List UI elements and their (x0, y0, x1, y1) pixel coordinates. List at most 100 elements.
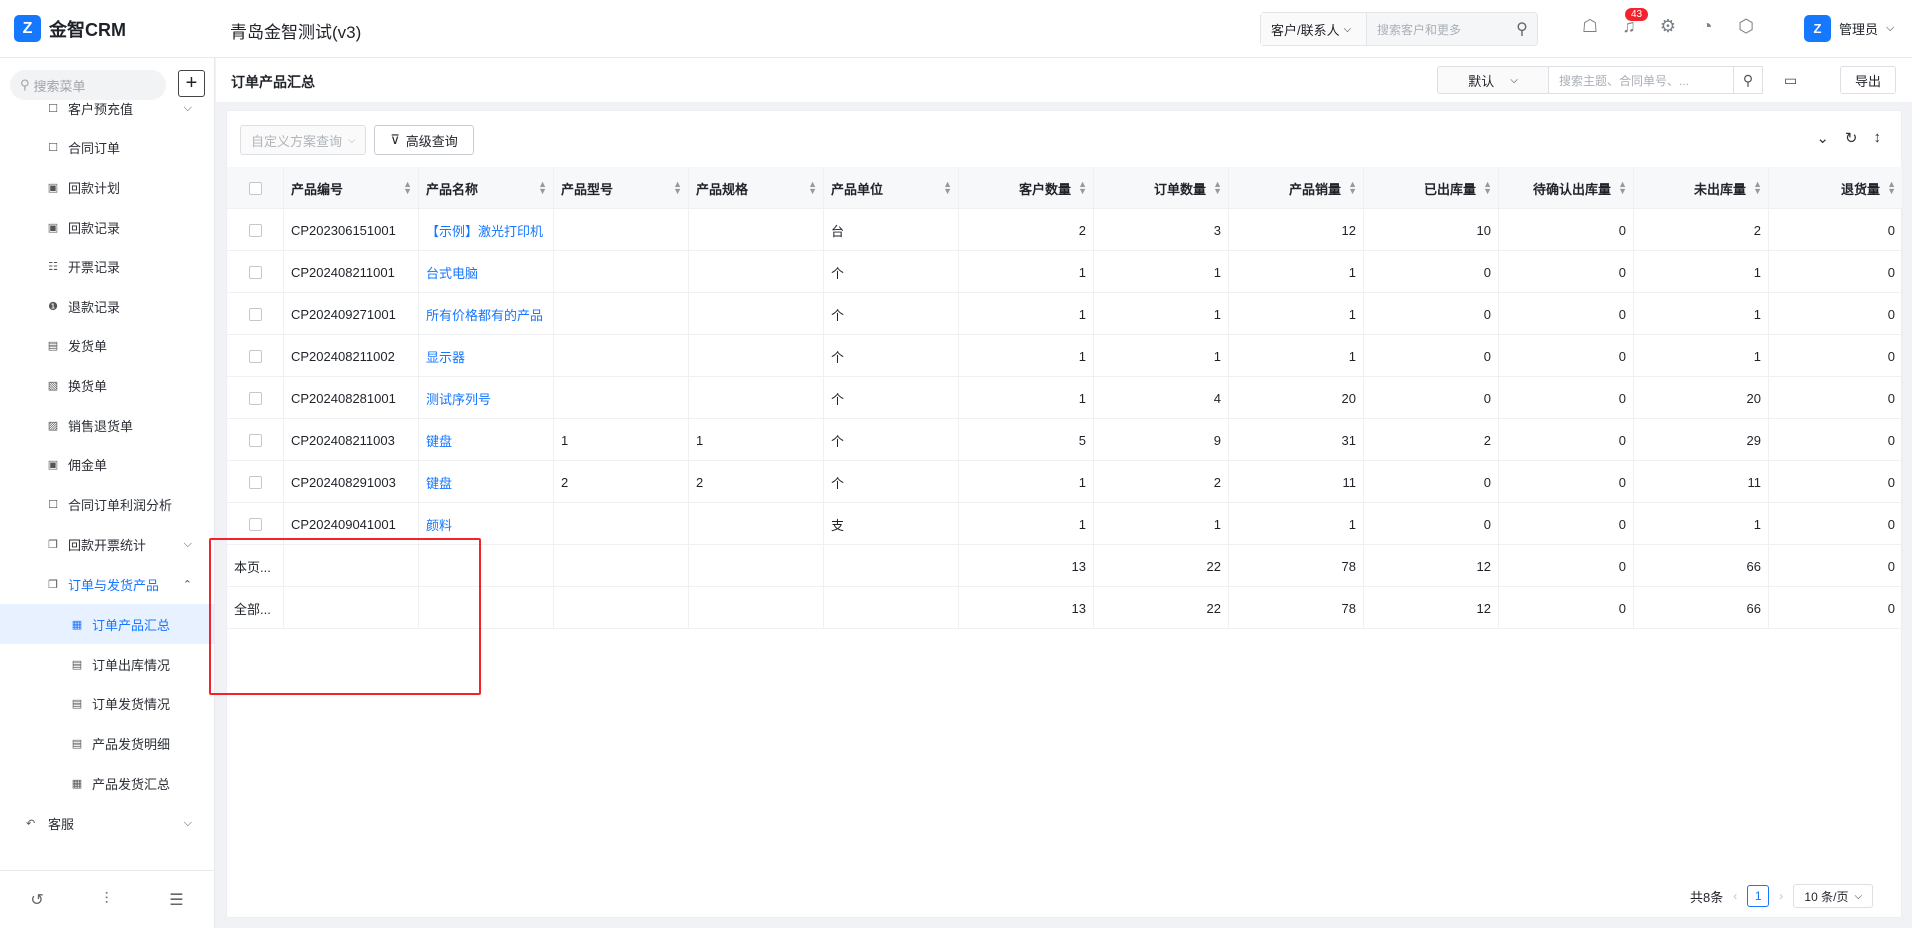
sort-icon[interactable]: ▲ ▼ (1618, 180, 1627, 196)
sidebar-item-17[interactable]: ▦ 产品发货汇总 (0, 763, 214, 803)
row-checkbox[interactable] (248, 223, 262, 237)
sidebar-item-13[interactable]: ▦ 订单产品汇总 (0, 604, 214, 644)
user-menu[interactable]: Z 管理员 ⌵ (1804, 15, 1894, 42)
product-name-link[interactable]: 键盘 (419, 461, 554, 503)
sort-icon[interactable]: ▲ ▼ (1348, 180, 1357, 196)
sidebar-item-10[interactable]: ☐ 合同订单利润分析 (0, 484, 214, 524)
row-checkbox[interactable] (248, 391, 262, 405)
search-icon[interactable]: ⚲ (1507, 19, 1537, 39)
sidebar-item-11[interactable]: ❐ 回款开票统计 ⌵ (0, 524, 214, 564)
user-name: 管理员 (1839, 22, 1879, 37)
table-cell: 0 (1769, 209, 1903, 251)
sidebar-item-16[interactable]: ▤ 产品发货明细 (0, 723, 214, 763)
export-button[interactable]: 导出 (1840, 66, 1896, 94)
row-checkbox[interactable] (248, 475, 262, 489)
table-cell: 支 (824, 503, 959, 545)
refresh-icon[interactable]: ↻ (1845, 129, 1858, 147)
column-header[interactable]: 退货量 ▲ ▼ (1769, 167, 1903, 209)
summary-empty-cell (419, 545, 554, 587)
column-header[interactable]: 已出库量 ▲ ▼ (1364, 167, 1499, 209)
view-scheme-select[interactable]: 默认 ⌵ (1437, 66, 1549, 94)
sidebar-item-6[interactable]: ▤ 发货单 (0, 325, 214, 365)
sidebar-item-15[interactable]: ▤ 订单发货情况 (0, 683, 214, 723)
column-header[interactable]: 订单数量 ▲ ▼ (1094, 167, 1229, 209)
contacts-icon[interactable]: ☖ (1580, 16, 1600, 36)
sidebar-item-14[interactable]: ▤ 订单出库情况 (0, 644, 214, 684)
calendar-icon: ▣ (47, 181, 59, 194)
column-header[interactable]: 待确认出库量 ▲ ▼ (1499, 167, 1634, 209)
sort-icon[interactable]: ▲ ▼ (403, 180, 412, 196)
sidebar-item-5[interactable]: ❶ 退款记录 (0, 286, 214, 326)
sort-icon[interactable]: ▲ ▼ (1483, 180, 1492, 196)
column-header[interactable]: 产品规格 ▲ ▼ (689, 167, 824, 209)
sort-icon[interactable]: ▲ ▼ (538, 180, 547, 196)
product-name-link[interactable]: 测试序列号 (419, 377, 554, 419)
collapse-icon[interactable]: ☰ (169, 890, 183, 910)
search-input[interactable]: 搜索客户和更多 (1367, 21, 1507, 38)
advanced-search-button[interactable]: ⊽ 高级查询 (374, 125, 474, 155)
sidebar-item-8[interactable]: ▨ 销售退货单 (0, 405, 214, 445)
table-cell (689, 209, 824, 251)
sort-icon[interactable]: ▲ ▼ (1753, 180, 1762, 196)
app-logo[interactable]: Z 金智CRM (14, 15, 126, 42)
row-checkbox[interactable] (248, 307, 262, 321)
product-name-link[interactable]: 颜料 (419, 503, 554, 545)
layout-icon[interactable]: ▭ (1784, 72, 1797, 89)
product-name-link[interactable]: 【示例】激光打印机 (419, 209, 554, 251)
page-size-select[interactable]: 10 条/页 ⌵ (1793, 884, 1874, 908)
sort-icon[interactable]: ▲ ▼ (1078, 180, 1087, 196)
column-header-label: 产品型号 (561, 181, 614, 197)
gear-icon[interactable]: ⚙ (1658, 16, 1678, 36)
search-icon[interactable]: ⚲ (1733, 66, 1763, 94)
column-header[interactable]: 产品名称 ▲ ▼ (419, 167, 554, 209)
sort-icon[interactable]: ▲ ▼ (943, 180, 952, 196)
row-checkbox[interactable] (248, 517, 262, 531)
table-cell: 12 (1229, 209, 1364, 251)
report-icon: ▤ (71, 737, 83, 750)
sidebar-item-4[interactable]: ☷ 开票记录 (0, 246, 214, 286)
settings-sliders-icon[interactable]: ⫶ (105, 891, 109, 909)
collapse-all-icon[interactable]: ⌄ (1816, 129, 1829, 147)
product-name-link[interactable]: 台式电脑 (419, 251, 554, 293)
column-header[interactable]: 客户数量 ▲ ▼ (959, 167, 1094, 209)
page-number[interactable]: 1 (1747, 885, 1770, 907)
table-cell: 0 (1364, 503, 1499, 545)
sort-icon[interactable]: ▲ ▼ (1887, 180, 1896, 196)
sort-icon[interactable]: ▲ ▼ (1213, 180, 1222, 196)
menu-search-input[interactable]: ⚲ 搜索菜单 (10, 70, 166, 100)
sidebar-item-9[interactable]: ▣ 佣金单 (0, 444, 214, 484)
select-all-checkbox[interactable] (248, 181, 262, 195)
sort-icon[interactable]: ▲ ▼ (808, 180, 817, 196)
sidebar-group-0[interactable]: ↶ 客服 ⌵ (0, 803, 214, 837)
sidebar-item-0[interactable]: ☐ 客户预充值 ⌵ (0, 102, 214, 128)
row-height-icon[interactable]: ↕ (1874, 129, 1882, 147)
product-name-link[interactable]: 键盘 (419, 419, 554, 461)
row-checkbox[interactable] (248, 349, 262, 363)
shield-icon[interactable]: ⬡ (1736, 16, 1756, 36)
column-header[interactable]: 产品编号 ▲ ▼ (284, 167, 419, 209)
sidebar-item-1[interactable]: ☐ 合同订单 (0, 127, 214, 167)
column-header[interactable]: 未出库量 ▲ ▼ (1634, 167, 1769, 209)
next-page-icon[interactable]: › (1779, 889, 1783, 903)
add-button[interactable]: + (178, 70, 205, 97)
sidebar-item-7[interactable]: ▧ 换货单 (0, 365, 214, 405)
sort-icon[interactable]: ▲ ▼ (673, 180, 682, 196)
prev-page-icon[interactable]: ‹ (1733, 889, 1737, 903)
search-type-select[interactable]: 客户/联系人 ⌵ (1261, 13, 1367, 45)
product-name-link[interactable]: 显示器 (419, 335, 554, 377)
product-name-link[interactable]: 所有价格都有的产品 (419, 293, 554, 335)
row-checkbox[interactable] (248, 433, 262, 447)
column-header[interactable]: 产品型号 ▲ ▼ (554, 167, 689, 209)
row-checkbox[interactable] (248, 265, 262, 279)
history-icon[interactable]: ↺ (30, 890, 43, 910)
column-header[interactable]: 产品单位 ▲ ▼ (824, 167, 959, 209)
bell-icon[interactable]: ♫ 43 (1619, 8, 1649, 36)
keyword-search-input[interactable]: 搜索主题、合同单号、... (1548, 66, 1734, 94)
custom-scheme-select[interactable]: 自定义方案查询 ⌵ (240, 125, 366, 155)
page-header: 订单产品汇总 默认 ⌵ 搜索主题、合同单号、... ⚲ ▭ 导出 (216, 58, 1912, 102)
sidebar-item-3[interactable]: ▣ 回款记录 (0, 207, 214, 247)
column-header[interactable]: 产品销量 ▲ ▼ (1229, 167, 1364, 209)
sidebar-item-2[interactable]: ▣ 回款计划 (0, 167, 214, 207)
sidebar-item-12[interactable]: ❐ 订单与发货产品 ⌃ (0, 564, 214, 604)
chart-icon[interactable]: ◔ (1697, 16, 1717, 36)
